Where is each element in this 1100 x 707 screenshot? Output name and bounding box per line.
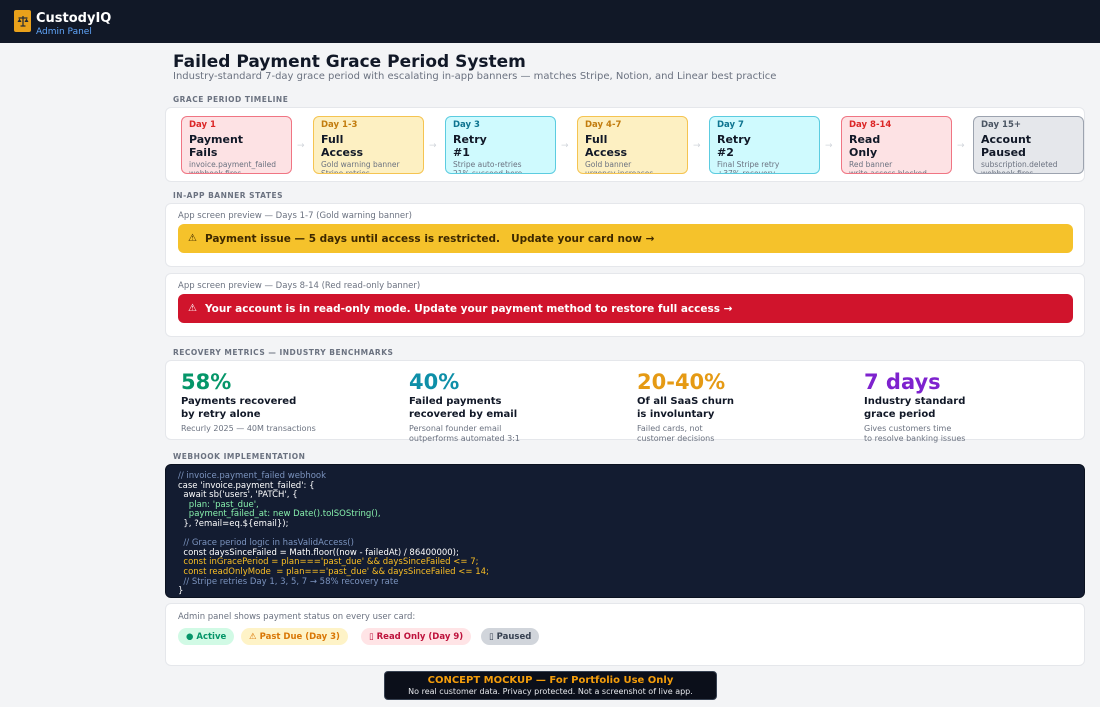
section-label-banners: IN-APP BANNER STATES bbox=[173, 191, 283, 200]
metric: 58% Payments recovered by retry alone Recu… bbox=[181, 369, 381, 434]
arrow-right-icon: → bbox=[297, 141, 305, 151]
banner-text: Payment issue — 5 days until access is r… bbox=[204, 232, 501, 245]
metric: 7 days Industry standard grace period Give… bbox=[864, 369, 1064, 444]
webhook-code-block: // invoice.payment_failed webhook case 'i… bbox=[165, 464, 1085, 598]
timeline-step: Day 7 Retry #2 Final Stripe retry +37% rec… bbox=[709, 116, 820, 174]
timeline-card: Day 1 Payment Fails invoice.payment_failed… bbox=[165, 107, 1085, 182]
arrow-right-icon: → bbox=[429, 141, 437, 151]
warning-icon: ⚠ bbox=[188, 233, 197, 244]
code-line: } bbox=[178, 586, 184, 597]
metric-source-note: Failed cards, not customer decisions bbox=[637, 424, 715, 443]
timeline-day: Day 4-7 bbox=[585, 120, 622, 130]
page-title: Failed Payment Grace Period System bbox=[173, 52, 526, 72]
brand-subtitle: Admin Panel bbox=[36, 27, 92, 37]
timeline-step: Day 1-3 Full Access Gold warning banner St… bbox=[313, 116, 424, 174]
timeline-step: Day 4-7 Full Access Gold banner urgency in… bbox=[577, 116, 688, 174]
timeline-day: Day 1 bbox=[189, 120, 216, 130]
gold-warning-banner[interactable]: ⚠ Payment issue — 5 days until access is… bbox=[178, 224, 1073, 253]
arrow-right-icon: → bbox=[957, 141, 965, 151]
concept-mockup-badge: CONCEPT MOCKUP — For Portfolio Use Only … bbox=[384, 671, 717, 700]
timeline-title: Payment Fails bbox=[189, 133, 244, 159]
timeline-title: Retry #1 bbox=[453, 133, 487, 159]
metric-value: 40% bbox=[409, 370, 460, 394]
metric-value: 20-40% bbox=[637, 370, 726, 394]
red-banner-preview: App screen preview — Days 8-14 (Red read… bbox=[165, 273, 1085, 337]
footer-subtitle: No real customer data. Privacy protected… bbox=[408, 687, 693, 696]
preview-label: App screen preview — Days 8-14 (Red read… bbox=[178, 281, 421, 291]
metric-label: Of all SaaS churn is involuntary bbox=[637, 396, 735, 420]
timeline-day: Day 7 bbox=[717, 120, 744, 130]
timeline-title: Account Paused bbox=[981, 133, 1032, 159]
metric: 20-40% Of all SaaS churn is involuntary Fa… bbox=[637, 369, 837, 444]
metric-source-note: Personal founder email outperforms autom… bbox=[409, 424, 521, 443]
timeline-description: subscription.deleted webhook fires bbox=[981, 160, 1058, 174]
status-pill-paused: ▯ Paused bbox=[481, 628, 540, 645]
logo bbox=[14, 10, 31, 32]
gold-banner-preview: App screen preview — Days 1-7 (Gold warn… bbox=[165, 203, 1085, 267]
timeline-description: Final Stripe retry +37% recovery bbox=[717, 160, 780, 174]
status-pill-pastdue: ⚠ Past Due (Day 3) bbox=[241, 628, 348, 645]
timeline-description: Gold banner urgency increases bbox=[585, 160, 654, 174]
section-label-metrics: RECOVERY METRICS — INDUSTRY BENCHMARKS bbox=[173, 348, 394, 357]
code-line: // Stripe retries Day 1, 3, 5, 7 → 58% r… bbox=[178, 576, 399, 587]
timeline-description: Red banner write access blocked bbox=[849, 160, 927, 174]
metrics-card: 58% Payments recovered by retry alone Recu… bbox=[165, 360, 1085, 443]
section-label-webhook: WEBHOOK IMPLEMENTATION bbox=[173, 452, 306, 461]
timeline-title: Full Access bbox=[585, 133, 628, 159]
banner-text: Your account is in read-only mode. Updat… bbox=[204, 302, 733, 315]
metric-label: Industry standard grace period bbox=[864, 396, 966, 420]
code-line: payment_failed_at: new Date().toISOStrin… bbox=[178, 509, 381, 520]
timeline-title: Retry #2 bbox=[717, 133, 751, 159]
metric-source-note: Gives customers time to resolve banking … bbox=[864, 424, 966, 443]
section-label-timeline: GRACE PERIOD TIMELINE bbox=[173, 95, 289, 104]
timeline-title: Full Access bbox=[321, 133, 364, 159]
code-line: case 'invoice.payment_failed': { bbox=[178, 480, 315, 491]
warning-icon: ⚠ bbox=[188, 303, 197, 314]
top-bar: CustodyIQ Admin Panel bbox=[0, 0, 1100, 43]
timeline-step: Day 15+ Account Paused subscription.delete… bbox=[973, 116, 1084, 174]
arrow-right-icon: → bbox=[825, 141, 833, 151]
timeline-day: Day 8-14 bbox=[849, 120, 892, 130]
timeline-step: Day 8-14 Read Only Red banner write access… bbox=[841, 116, 952, 174]
timeline-step: Day 3 Retry #1 Stripe auto-retries 21% suc… bbox=[445, 116, 556, 174]
timeline-description: Gold warning banner Stripe retries bbox=[321, 160, 400, 174]
status-card-label: Admin panel shows payment status on ever… bbox=[178, 612, 416, 622]
metric-source-note: Recurly 2025 — 40M transactions bbox=[181, 424, 316, 433]
update-card-link[interactable]: Update your card now → bbox=[511, 233, 654, 245]
timeline-day: Day 1-3 bbox=[321, 120, 358, 130]
footer-title: CONCEPT MOCKUP — For Portfolio Use Only bbox=[427, 675, 674, 686]
metric: 40% Failed payments recovered by email Per… bbox=[409, 369, 609, 444]
arrow-right-icon: → bbox=[693, 141, 701, 151]
timeline-title: Read Only bbox=[849, 133, 881, 159]
status-pills-card: Admin panel shows payment status on ever… bbox=[165, 603, 1085, 666]
arrow-right-icon: → bbox=[561, 141, 569, 151]
scales-icon bbox=[17, 16, 28, 27]
code-line: await sb('users', 'PATCH', { bbox=[178, 490, 298, 501]
timeline-description: invoice.payment_failed webhook fires bbox=[189, 160, 277, 174]
code-line: }, ?email=eq.${email}); bbox=[178, 518, 289, 529]
timeline-step: Day 1 Payment Fails invoice.payment_failed… bbox=[181, 116, 292, 174]
page-subtitle: Industry-standard 7-day grace period wit… bbox=[173, 71, 777, 82]
brand-name: CustodyIQ bbox=[36, 11, 112, 26]
status-pill-active: ● Active bbox=[178, 628, 235, 645]
timeline-description: Stripe auto-retries 21% succeed here bbox=[453, 160, 523, 174]
timeline-day: Day 15+ bbox=[981, 120, 1021, 130]
metric-label: Failed payments recovered by email bbox=[409, 396, 518, 420]
status-pill-readonly: ▯ Read Only (Day 9) bbox=[361, 628, 472, 645]
metric-value: 7 days bbox=[864, 370, 941, 394]
preview-label: App screen preview — Days 1-7 (Gold warn… bbox=[178, 211, 412, 221]
metric-value: 58% bbox=[181, 370, 232, 394]
read-only-banner[interactable]: ⚠ Your account is in read-only mode. Upd… bbox=[178, 294, 1073, 323]
metric-label: Payments recovered by retry alone bbox=[181, 396, 297, 420]
timeline-day: Day 3 bbox=[453, 120, 480, 130]
